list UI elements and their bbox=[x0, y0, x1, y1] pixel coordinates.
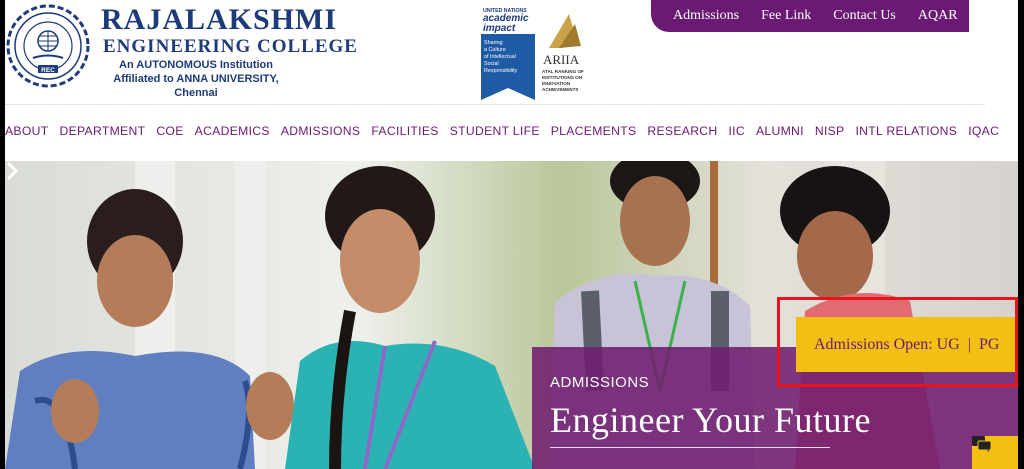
nav-student-life[interactable]: STUDENT LIFE bbox=[450, 124, 540, 138]
un-badge-line: Social bbox=[484, 61, 499, 67]
top-link-contact[interactable]: Contact Us bbox=[833, 8, 896, 24]
header-divider bbox=[5, 104, 985, 105]
nav-admissions[interactable]: ADMISSIONS bbox=[281, 124, 361, 138]
un-badge-brand-2: impact bbox=[483, 23, 516, 34]
admissions-kicker: ADMISSIONS bbox=[550, 374, 650, 391]
un-badge-line: of Intellectual bbox=[484, 54, 516, 60]
page: REC RAJALAKSHMI ENGINEERING COLLEGE An A… bbox=[5, 0, 1018, 469]
chat-icon bbox=[972, 436, 992, 452]
nav-alumni[interactable]: ALUMNI bbox=[756, 124, 804, 138]
chevron-right-icon[interactable] bbox=[5, 161, 19, 181]
nav-academics[interactable]: ACADEMICS bbox=[195, 124, 270, 138]
hero-banner[interactable]: ADMISSIONS Engineer Your Future Admissio… bbox=[5, 161, 1018, 469]
nav-placements[interactable]: PLACEMENTS bbox=[551, 124, 637, 138]
hero-title: Engineer Your Future bbox=[550, 400, 871, 440]
main-nav: ABOUT DEPARTMENT COE ACADEMICS ADMISSION… bbox=[5, 124, 1010, 138]
college-seal-logo[interactable]: REC bbox=[5, 3, 91, 89]
ariia-line: ATAL RANKING OF bbox=[542, 69, 584, 74]
nav-iqac[interactable]: IQAC bbox=[968, 124, 999, 138]
college-brand[interactable]: RAJALAKSHMI ENGINEERING COLLEGE An AUTON… bbox=[101, 4, 358, 100]
top-link-fee[interactable]: Fee Link bbox=[761, 8, 811, 24]
top-link-admissions[interactable]: Admissions bbox=[673, 8, 739, 24]
nav-about[interactable]: ABOUT bbox=[5, 124, 48, 138]
ariia-badge: ARIIA ATAL RANKING OF INSTITUTIONS ON IN… bbox=[542, 14, 584, 92]
nav-coe[interactable]: COE bbox=[156, 124, 183, 138]
nav-intl-relations[interactable]: INTL RELATIONS bbox=[856, 124, 958, 138]
top-link-aqar[interactable]: AQAR bbox=[918, 8, 958, 24]
nav-nisp[interactable]: NISP bbox=[815, 124, 845, 138]
nav-facilities[interactable]: FACILITIES bbox=[371, 124, 438, 138]
college-subtitle: ENGINEERING COLLEGE bbox=[103, 36, 358, 57]
un-badge-line: Sharing bbox=[484, 40, 503, 46]
ariia-name: ARIIA bbox=[543, 52, 580, 67]
tagline-autonomous: An AUTONOMOUS Institution bbox=[119, 59, 273, 71]
top-links-bar: Admissions Fee Link Contact Us AQAR bbox=[651, 0, 969, 32]
un-academic-impact-badge: UNITED NATIONS academic impact Sharing a… bbox=[481, 6, 535, 100]
tagline-affiliation: Affiliated to ANNA UNIVERSITY, Chennai bbox=[113, 73, 279, 99]
un-badge-line: Responsibility bbox=[484, 68, 518, 74]
highlight-box bbox=[777, 297, 1018, 387]
ariia-line: ACHIEVEMENTS bbox=[542, 87, 579, 92]
ariia-line: INSTITUTIONS ON bbox=[542, 75, 583, 80]
nav-research[interactable]: RESEARCH bbox=[647, 124, 717, 138]
hero-title-underline bbox=[550, 447, 830, 448]
svg-text:REC: REC bbox=[41, 67, 55, 74]
chat-widget-button[interactable] bbox=[972, 436, 1018, 469]
college-name: RAJALAKSHMI bbox=[101, 3, 338, 36]
nav-department[interactable]: DEPARTMENT bbox=[59, 124, 145, 138]
nav-iic[interactable]: IIC bbox=[729, 124, 745, 138]
un-badge-line: a Culture bbox=[484, 47, 506, 53]
ariia-line: INNOVATION bbox=[542, 81, 571, 86]
